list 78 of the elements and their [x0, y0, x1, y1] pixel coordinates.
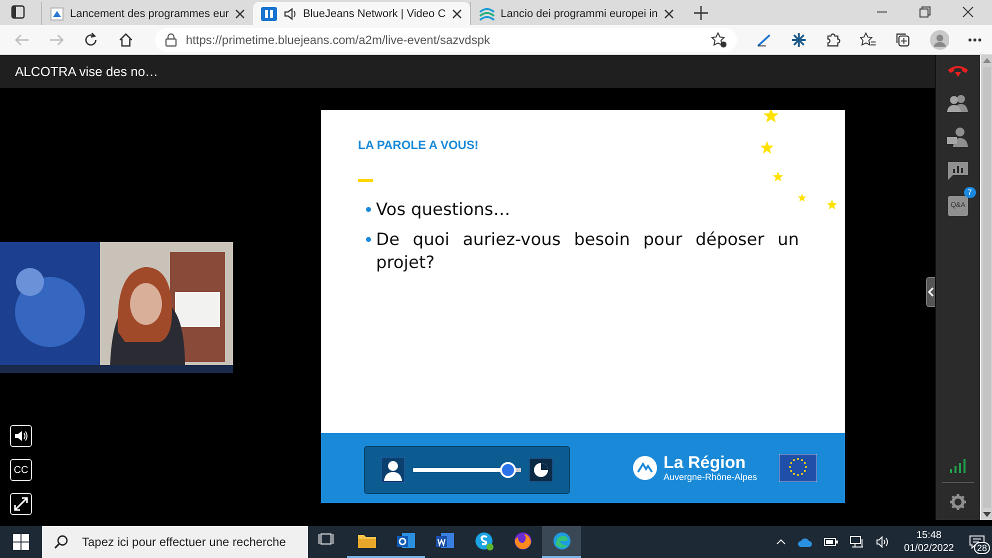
brand-name: La Région: [663, 454, 747, 472]
expand-icon: [14, 497, 28, 511]
battery-icon[interactable]: [824, 538, 838, 546]
lock-icon: [164, 32, 177, 46]
cloud-icon[interactable]: [798, 538, 812, 546]
search-icon: [54, 535, 68, 549]
tab-actions-icon[interactable]: [11, 5, 25, 19]
speaker-icon[interactable]: [282, 6, 297, 20]
collapse-button[interactable]: [926, 277, 935, 307]
collections-icon[interactable]: [894, 32, 911, 48]
clock-date: 01/02/2022: [904, 542, 954, 555]
tab-title: Lancio dei programmi europei in: [500, 8, 658, 20]
scrollbar-thumb[interactable]: [982, 67, 990, 508]
new-tab-icon[interactable]: [694, 6, 708, 20]
url-text: https://primetime.bluejeans.com/a2m/live-event/sazvdspk: [186, 32, 490, 46]
speaker-icon: [14, 430, 28, 442]
browser-fox-icon[interactable]: [512, 531, 532, 551]
network-icon[interactable]: [850, 536, 864, 548]
accent-bar: [358, 179, 373, 182]
chevron-up-icon[interactable]: [776, 539, 786, 545]
bullet-dot: [366, 237, 371, 242]
captions-button[interactable]: CC: [10, 459, 32, 481]
tab-title: BlueJeans Network | Video C: [302, 8, 446, 20]
notification-count: 28: [974, 542, 990, 554]
chat-app-icon[interactable]: [474, 531, 494, 551]
windows-start-icon[interactable]: [13, 534, 29, 550]
search-placeholder: Tapez ici pour effectuer une recherche: [82, 535, 286, 549]
avatar-icon[interactable]: [930, 30, 950, 50]
chevron-left-icon: [928, 287, 934, 297]
restore-icon[interactable]: [919, 6, 931, 18]
document-app-icon[interactable]: [434, 531, 454, 551]
person-icon: [381, 457, 405, 483]
video-favicon-icon: [260, 6, 277, 20]
bullet-text: Vos questions…: [376, 199, 510, 222]
count-badge: 7: [964, 187, 976, 198]
event-title: ALCOTRA vise des no…: [15, 64, 158, 79]
close-icon[interactable]: [234, 8, 245, 18]
bullet-text: De quoi auriez-vous besoin pour déposer un projet?: [376, 229, 799, 275]
notifications-button[interactable]: 28: [962, 526, 992, 558]
favorites-icon[interactable]: [860, 32, 876, 48]
close-icon[interactable]: [452, 8, 462, 18]
slider-thumb[interactable]: [500, 462, 516, 478]
address-field[interactable]: https://primetime.bluejeans.com/a2m/live-event/sazvdspk: [154, 28, 737, 52]
puzzle-icon[interactable]: [825, 32, 842, 48]
brand-subtitle: Auvergne-Rhône-Alpes: [663, 472, 757, 482]
slide-heading: LA PAROLE A VOUS!: [358, 138, 480, 152]
presenter-icon[interactable]: [947, 127, 969, 147]
flag-icon: [779, 454, 817, 482]
scroll-down-icon[interactable]: [982, 512, 990, 517]
favorite-add-icon[interactable]: [710, 32, 727, 48]
browser-tab[interactable]: BlueJeans Network | Video C: [252, 2, 470, 25]
pen-extension-icon[interactable]: [756, 32, 772, 48]
mail-app-icon[interactable]: [396, 531, 416, 551]
document-favicon-icon: [50, 6, 64, 20]
refresh-icon[interactable]: [83, 32, 100, 48]
poll-icon[interactable]: [948, 162, 968, 180]
settings-icon[interactable]: [950, 494, 966, 510]
hang-up-icon[interactable]: [947, 63, 969, 79]
close-icon[interactable]: [962, 6, 974, 18]
clock[interactable]: 15:48 01/02/2022: [904, 529, 954, 555]
waves-favicon-icon: [478, 6, 495, 20]
tab-title: Lancement des programmes eur: [70, 8, 229, 20]
scrollbar[interactable]: [980, 55, 992, 520]
clock-time: 15:48: [916, 529, 942, 542]
pie-chart-icon: [529, 458, 553, 482]
search-field[interactable]: Tapez ici pour effectuer une recherche: [42, 526, 308, 558]
close-icon[interactable]: [664, 8, 674, 18]
bullet-dot: [366, 207, 371, 212]
volume-button[interactable]: [10, 425, 32, 447]
browser-wave-icon[interactable]: [552, 531, 572, 551]
signal-icon: [950, 459, 966, 473]
more-icon[interactable]: [968, 38, 982, 42]
snowflake-extension-icon[interactable]: [790, 32, 806, 48]
mountain-logo-icon: [633, 456, 658, 480]
fullscreen-button[interactable]: [10, 493, 32, 515]
volume-icon[interactable]: [876, 536, 890, 548]
home-icon[interactable]: [118, 32, 134, 48]
people-icon[interactable]: [947, 94, 969, 112]
